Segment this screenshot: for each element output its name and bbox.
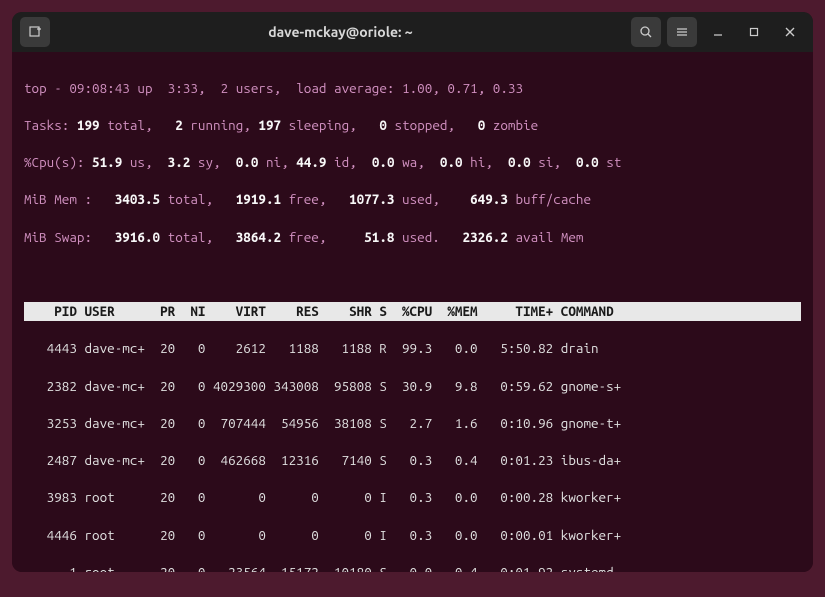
- minimize-icon: [712, 26, 724, 38]
- new-tab-button[interactable]: [20, 17, 50, 47]
- maximize-button[interactable]: [739, 17, 769, 47]
- process-row: 2382 dave-mc+ 20 0 4029300 343008 95808 …: [24, 377, 801, 396]
- minimize-button[interactable]: [703, 17, 733, 47]
- titlebar-right: [631, 17, 805, 47]
- column-header: PID USER PR NI VIRT RES SHR S %CPU %MEM …: [24, 302, 801, 321]
- summary-line-uptime: top - 09:08:43 up 3:33, 2 users, load av…: [24, 79, 801, 98]
- process-row: 3983 root 20 0 0 0 0 I 0.3 0.0 0:00.28 k…: [24, 488, 801, 507]
- process-row: 4446 root 20 0 0 0 0 I 0.3 0.0 0:00.01 k…: [24, 526, 801, 545]
- hamburger-icon: [675, 25, 689, 39]
- terminal-window: dave-mckay@oriole: ~ top - 09:08:43 up 3…: [12, 12, 813, 572]
- process-row: 1 root 20 0 23564 15172 10180 S 0.0 0.4 …: [24, 563, 801, 572]
- blank-line: [24, 265, 801, 284]
- process-row: 3253 dave-mc+ 20 0 707444 54956 38108 S …: [24, 414, 801, 433]
- terminal-output[interactable]: top - 09:08:43 up 3:33, 2 users, load av…: [12, 52, 813, 572]
- titlebar: dave-mckay@oriole: ~: [12, 12, 813, 52]
- close-icon: [784, 26, 796, 38]
- summary-line-cpu: %Cpu(s): 51.9 us, 3.2 sy, 0.0 ni, 44.9 i…: [24, 153, 801, 172]
- summary-line-tasks: Tasks: 199 total, 2 running, 197 sleepin…: [24, 116, 801, 135]
- search-button[interactable]: [631, 17, 661, 47]
- process-row: 2487 dave-mc+ 20 0 462668 12316 7140 S 0…: [24, 451, 801, 470]
- summary-line-swap: MiB Swap: 3916.0 total, 3864.2 free, 51.…: [24, 228, 801, 247]
- summary-line-mem: MiB Mem : 3403.5 total, 1919.1 free, 107…: [24, 190, 801, 209]
- search-icon: [639, 25, 653, 39]
- close-button[interactable]: [775, 17, 805, 47]
- new-tab-icon: [28, 25, 42, 39]
- process-row: 4443 dave-mc+ 20 0 2612 1188 1188 R 99.3…: [24, 339, 801, 358]
- window-title: dave-mckay@oriole: ~: [50, 24, 631, 40]
- menu-button[interactable]: [667, 17, 697, 47]
- maximize-icon: [748, 26, 760, 38]
- titlebar-left: [20, 17, 50, 47]
